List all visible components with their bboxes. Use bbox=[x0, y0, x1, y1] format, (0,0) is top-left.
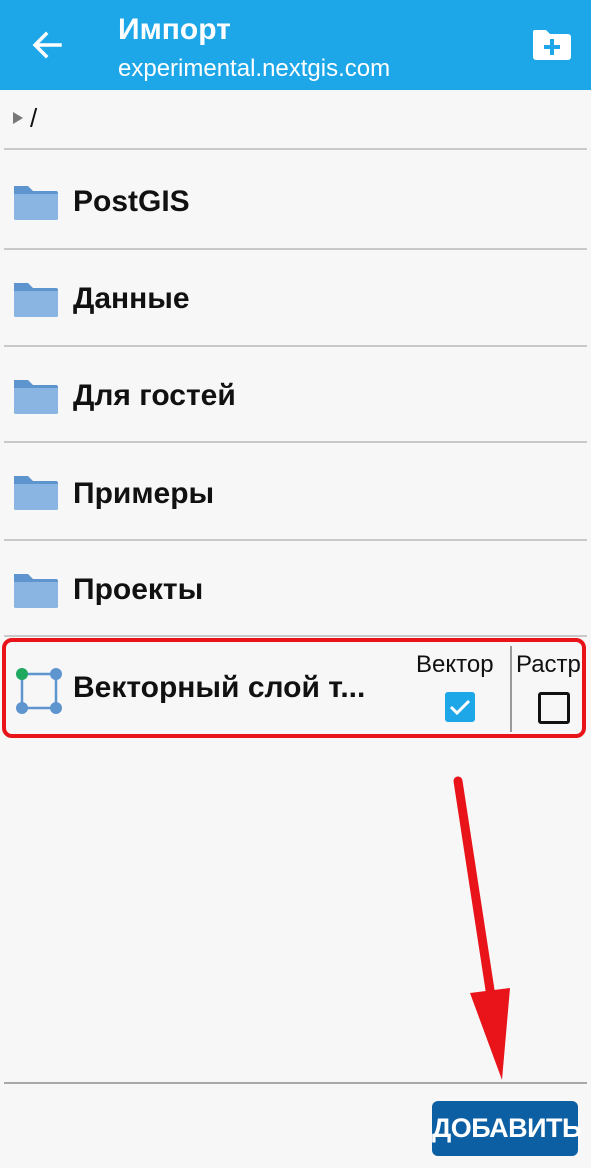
folder-icon bbox=[14, 574, 58, 608]
column-separator bbox=[510, 646, 512, 732]
folder-label: Проекты bbox=[73, 573, 204, 606]
folder-row-postgis[interactable]: PostGIS bbox=[4, 153, 587, 248]
folder-label: PostGIS bbox=[73, 185, 190, 218]
folder-row-dlya-gostey[interactable]: Для гостей bbox=[4, 347, 587, 442]
server-subtitle: experimental.nextgis.com bbox=[118, 55, 391, 82]
new-folder-icon[interactable] bbox=[530, 24, 574, 64]
divider bbox=[4, 148, 587, 150]
vector-checkbox[interactable] bbox=[445, 692, 475, 722]
raster-checkbox[interactable] bbox=[538, 692, 570, 724]
folder-icon bbox=[14, 476, 58, 510]
add-button[interactable]: ДОБАВИТЬ bbox=[432, 1101, 581, 1156]
raster-column-label: Растр bbox=[516, 651, 581, 678]
folder-label: Данные bbox=[73, 282, 190, 315]
divider bbox=[4, 635, 587, 637]
vector-column-label: Вектор bbox=[416, 651, 494, 678]
layer-label: Векторный слой т... bbox=[73, 671, 366, 704]
checkmark-icon bbox=[449, 699, 471, 716]
back-arrow-icon[interactable] bbox=[24, 22, 70, 68]
folder-row-proekty[interactable]: Проекты bbox=[4, 541, 587, 636]
vector-layer-icon bbox=[16, 668, 62, 714]
caret-right-icon bbox=[13, 112, 23, 124]
annotation-arrow bbox=[453, 776, 510, 1080]
folder-icon bbox=[14, 283, 58, 317]
app-bar: Импорт experimental.nextgis.com bbox=[0, 0, 591, 90]
breadcrumb bbox=[0, 90, 591, 148]
layer-row-highlighted[interactable]: Векторный слой т... Вектор Растр bbox=[2, 638, 586, 738]
page-title: Импорт bbox=[118, 13, 231, 46]
folder-label: Для гостей bbox=[73, 379, 236, 412]
folder-icon bbox=[14, 380, 58, 414]
folder-row-primery[interactable]: Примеры bbox=[4, 443, 587, 538]
folder-label: Примеры bbox=[73, 477, 215, 510]
breadcrumb-path[interactable]: / bbox=[30, 100, 37, 136]
folder-icon bbox=[14, 186, 58, 220]
folder-row-dannye[interactable]: Данные bbox=[4, 250, 587, 345]
footer-divider bbox=[4, 1082, 587, 1084]
